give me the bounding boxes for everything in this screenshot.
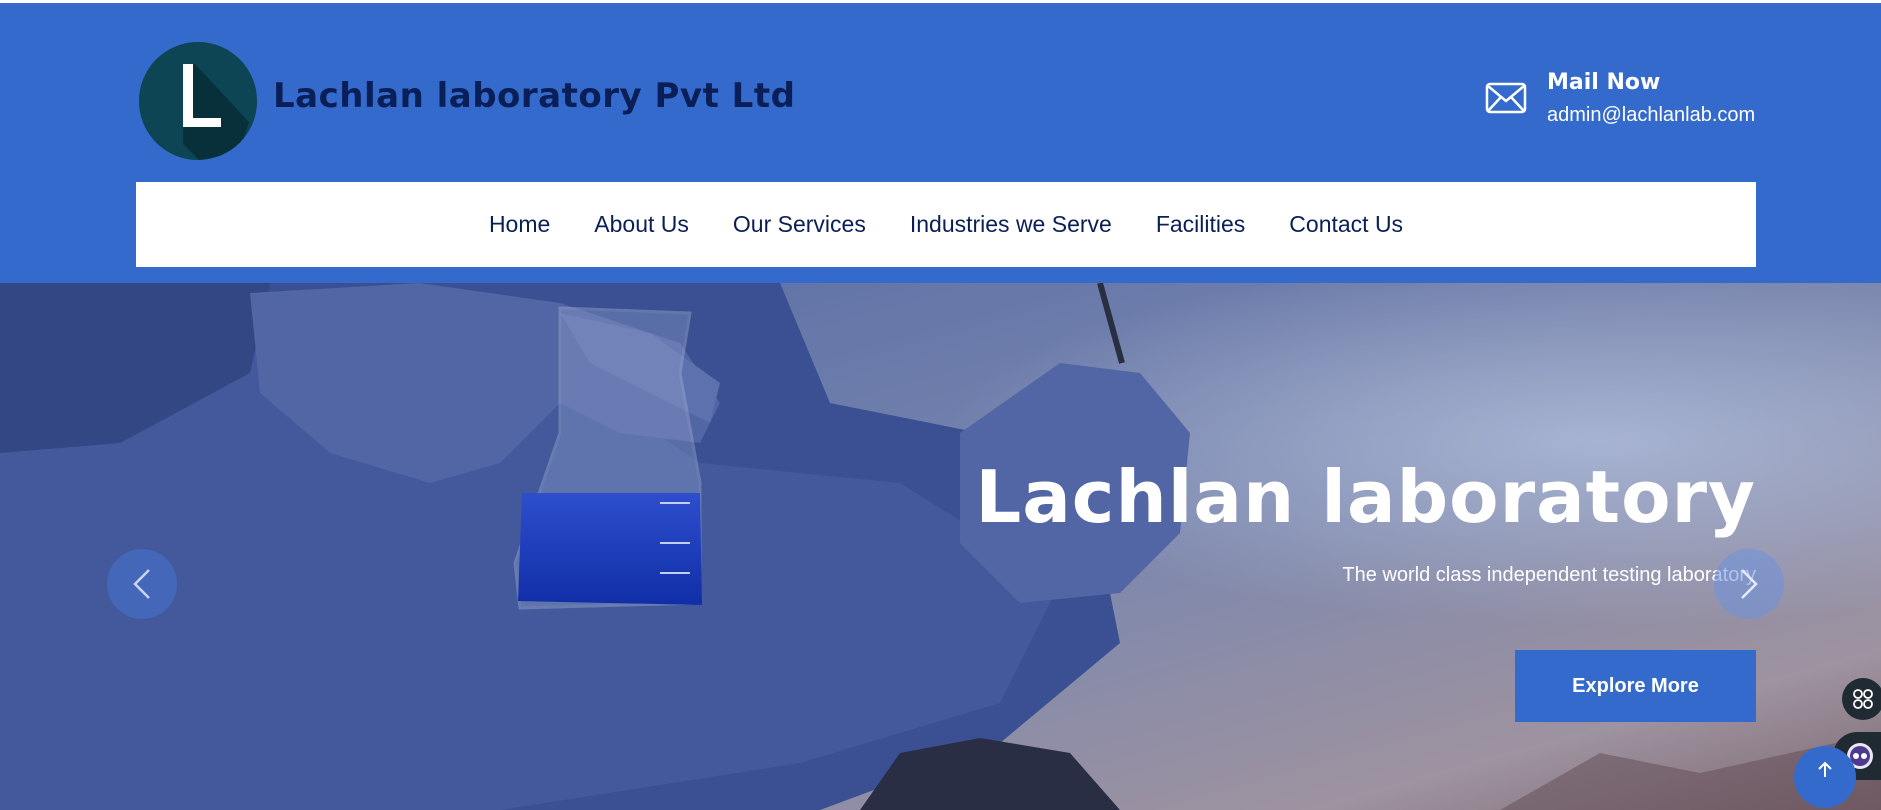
arrow-up-icon xyxy=(1818,761,1832,777)
site-header: Lachlan laboratory Pvt Ltd Mail Now admi… xyxy=(0,3,1881,283)
mail-icon xyxy=(1485,82,1527,114)
main-nav: Home About Us Our Services Industries we… xyxy=(136,182,1756,267)
hero-background-image xyxy=(0,283,1881,810)
hero-slider: Lachlan laboratory The world class indep… xyxy=(0,283,1881,810)
hero-title: Lachlan laboratory xyxy=(975,455,1756,539)
explore-more-button[interactable]: Explore More xyxy=(1515,650,1756,722)
nav-about-us[interactable]: About Us xyxy=(594,211,689,238)
nav-industries[interactable]: Industries we Serve xyxy=(910,211,1112,238)
chevron-right-icon xyxy=(1741,569,1758,599)
nav-facilities[interactable]: Facilities xyxy=(1156,211,1245,238)
scroll-to-top-button[interactable] xyxy=(1794,746,1856,808)
grid-icon xyxy=(1853,689,1873,709)
logo[interactable] xyxy=(139,42,257,160)
slider-next-button[interactable] xyxy=(1714,549,1784,619)
mail-address-link[interactable]: admin@lachlanlab.com xyxy=(1547,104,1755,127)
nav-contact-us[interactable]: Contact Us xyxy=(1289,211,1403,238)
hero-subtitle: The world class independent testing labo… xyxy=(1342,564,1756,586)
logo-mark xyxy=(139,42,257,160)
nav-our-services[interactable]: Our Services xyxy=(733,211,866,238)
mail-title: Mail Now xyxy=(1547,70,1661,95)
nav-home[interactable]: Home xyxy=(489,211,550,238)
slider-prev-button[interactable] xyxy=(107,549,177,619)
chevron-left-icon xyxy=(133,569,150,599)
brand-name[interactable]: Lachlan laboratory Pvt Ltd xyxy=(273,76,795,116)
widget-menu-button[interactable] xyxy=(1842,678,1881,720)
